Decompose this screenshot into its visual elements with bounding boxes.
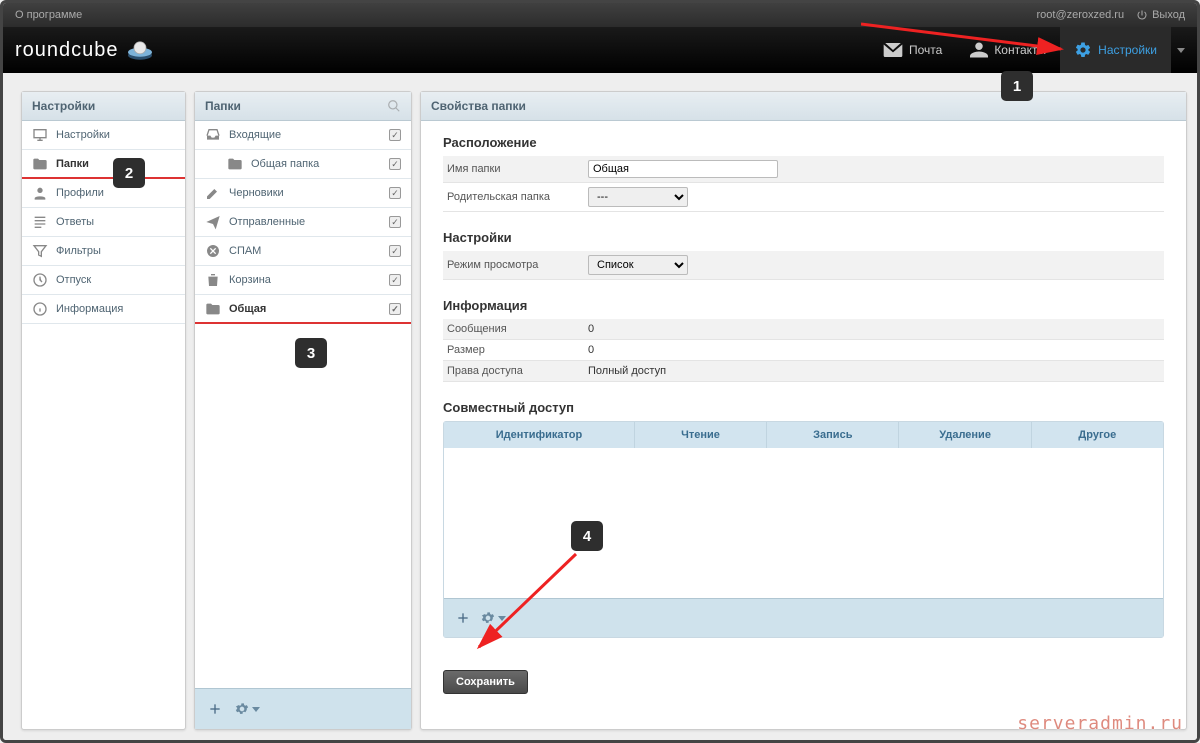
- monitor-icon: [32, 127, 48, 143]
- chevron-down-icon: [498, 616, 506, 621]
- folder-inbox[interactable]: Входящие ✓: [195, 121, 411, 150]
- parent-folder-select[interactable]: ---: [588, 187, 688, 207]
- add-share-button[interactable]: [449, 604, 477, 632]
- search-icon[interactable]: [387, 99, 401, 113]
- sent-icon: [205, 214, 221, 230]
- share-legend: Совместный доступ: [443, 400, 574, 421]
- save-button[interactable]: Сохранить: [443, 670, 528, 694]
- folder-checkbox[interactable]: ✓: [389, 187, 401, 199]
- share-options-button[interactable]: [479, 604, 507, 632]
- settings-item-info[interactable]: Информация: [22, 295, 185, 324]
- add-folder-button[interactable]: [201, 695, 229, 723]
- person-icon: [970, 41, 988, 59]
- folder-checkbox[interactable]: ✓: [389, 129, 401, 141]
- folder-checkbox[interactable]: ✓: [389, 158, 401, 170]
- plus-icon: [207, 701, 223, 717]
- logo-icon: [125, 38, 155, 62]
- folder-trash[interactable]: Корзина ✓: [195, 266, 411, 295]
- size-value: 0: [588, 344, 1164, 356]
- list-icon: [32, 214, 48, 230]
- size-label: Размер: [443, 344, 588, 356]
- settings-item-preferences[interactable]: Настройки: [22, 121, 185, 150]
- parent-folder-label: Родительская папка: [443, 191, 588, 203]
- nav-contacts[interactable]: Контакты: [956, 27, 1060, 73]
- info-icon: [32, 301, 48, 317]
- folder-checkbox[interactable]: ✓: [389, 274, 401, 286]
- user-label: root@zeroxzed.ru: [1036, 9, 1124, 21]
- nav-settings[interactable]: Настройки: [1060, 27, 1171, 73]
- gear-icon: [234, 701, 250, 717]
- location-legend: Расположение: [443, 135, 537, 156]
- folder-icon: [205, 301, 221, 317]
- settings-legend: Настройки: [443, 230, 512, 251]
- mail-icon: [883, 43, 903, 57]
- rights-value: Полный доступ: [588, 365, 1164, 377]
- settings-item-folders[interactable]: Папки: [22, 150, 185, 179]
- settings-panel-title: Настройки: [22, 92, 185, 121]
- share-table-body: [444, 448, 1163, 598]
- clock-icon: [32, 272, 48, 288]
- chevron-down-icon: [252, 707, 260, 712]
- folder-sent[interactable]: Отправленные ✓: [195, 208, 411, 237]
- folder-options-button[interactable]: [233, 695, 261, 723]
- view-mode-label: Режим просмотра: [443, 259, 588, 271]
- folders-panel-title: Папки: [205, 99, 241, 113]
- folder-drafts[interactable]: Черновики ✓: [195, 179, 411, 208]
- person-icon: [32, 185, 48, 201]
- nav-dropdown-icon[interactable]: [1177, 48, 1185, 53]
- folder-shared-sub[interactable]: Общая папка ✓: [195, 150, 411, 179]
- folder-name-label: Имя папки: [443, 163, 588, 175]
- gear-icon: [1074, 41, 1092, 59]
- settings-item-responses[interactable]: Ответы: [22, 208, 185, 237]
- folder-icon: [32, 156, 48, 172]
- folder-checkbox[interactable]: ✓: [389, 216, 401, 228]
- logout-link[interactable]: Выход: [1136, 9, 1185, 21]
- spam-icon: [205, 243, 221, 259]
- folder-icon: [227, 156, 243, 172]
- rights-label: Права доступа: [443, 365, 588, 377]
- pencil-icon: [205, 185, 221, 201]
- settings-item-filters[interactable]: Фильтры: [22, 237, 185, 266]
- info-legend: Информация: [443, 298, 527, 319]
- inbox-icon: [205, 127, 221, 143]
- nav-mail[interactable]: Почта: [869, 27, 956, 73]
- filter-icon: [32, 243, 48, 259]
- trash-icon: [205, 272, 221, 288]
- folder-name-input[interactable]: [588, 160, 778, 178]
- messages-label: Сообщения: [443, 323, 588, 335]
- power-icon: [1136, 9, 1148, 21]
- settings-item-vacation[interactable]: Отпуск: [22, 266, 185, 295]
- folder-checkbox[interactable]: ✓: [389, 303, 401, 315]
- gear-icon: [480, 610, 496, 626]
- props-panel-title: Свойства папки: [421, 92, 1186, 121]
- view-mode-select[interactable]: Список: [588, 255, 688, 275]
- settings-item-identities[interactable]: Профили: [22, 179, 185, 208]
- logo: roundcube: [15, 38, 155, 62]
- folder-spam[interactable]: СПАМ ✓: [195, 237, 411, 266]
- share-table-header: Идентификатор Чтение Запись Удаление Дру…: [444, 422, 1163, 448]
- plus-icon: [455, 610, 471, 626]
- folder-shared[interactable]: Общая ✓: [195, 295, 411, 324]
- about-link[interactable]: О программе: [15, 9, 82, 21]
- messages-value: 0: [588, 323, 1164, 335]
- folder-checkbox[interactable]: ✓: [389, 245, 401, 257]
